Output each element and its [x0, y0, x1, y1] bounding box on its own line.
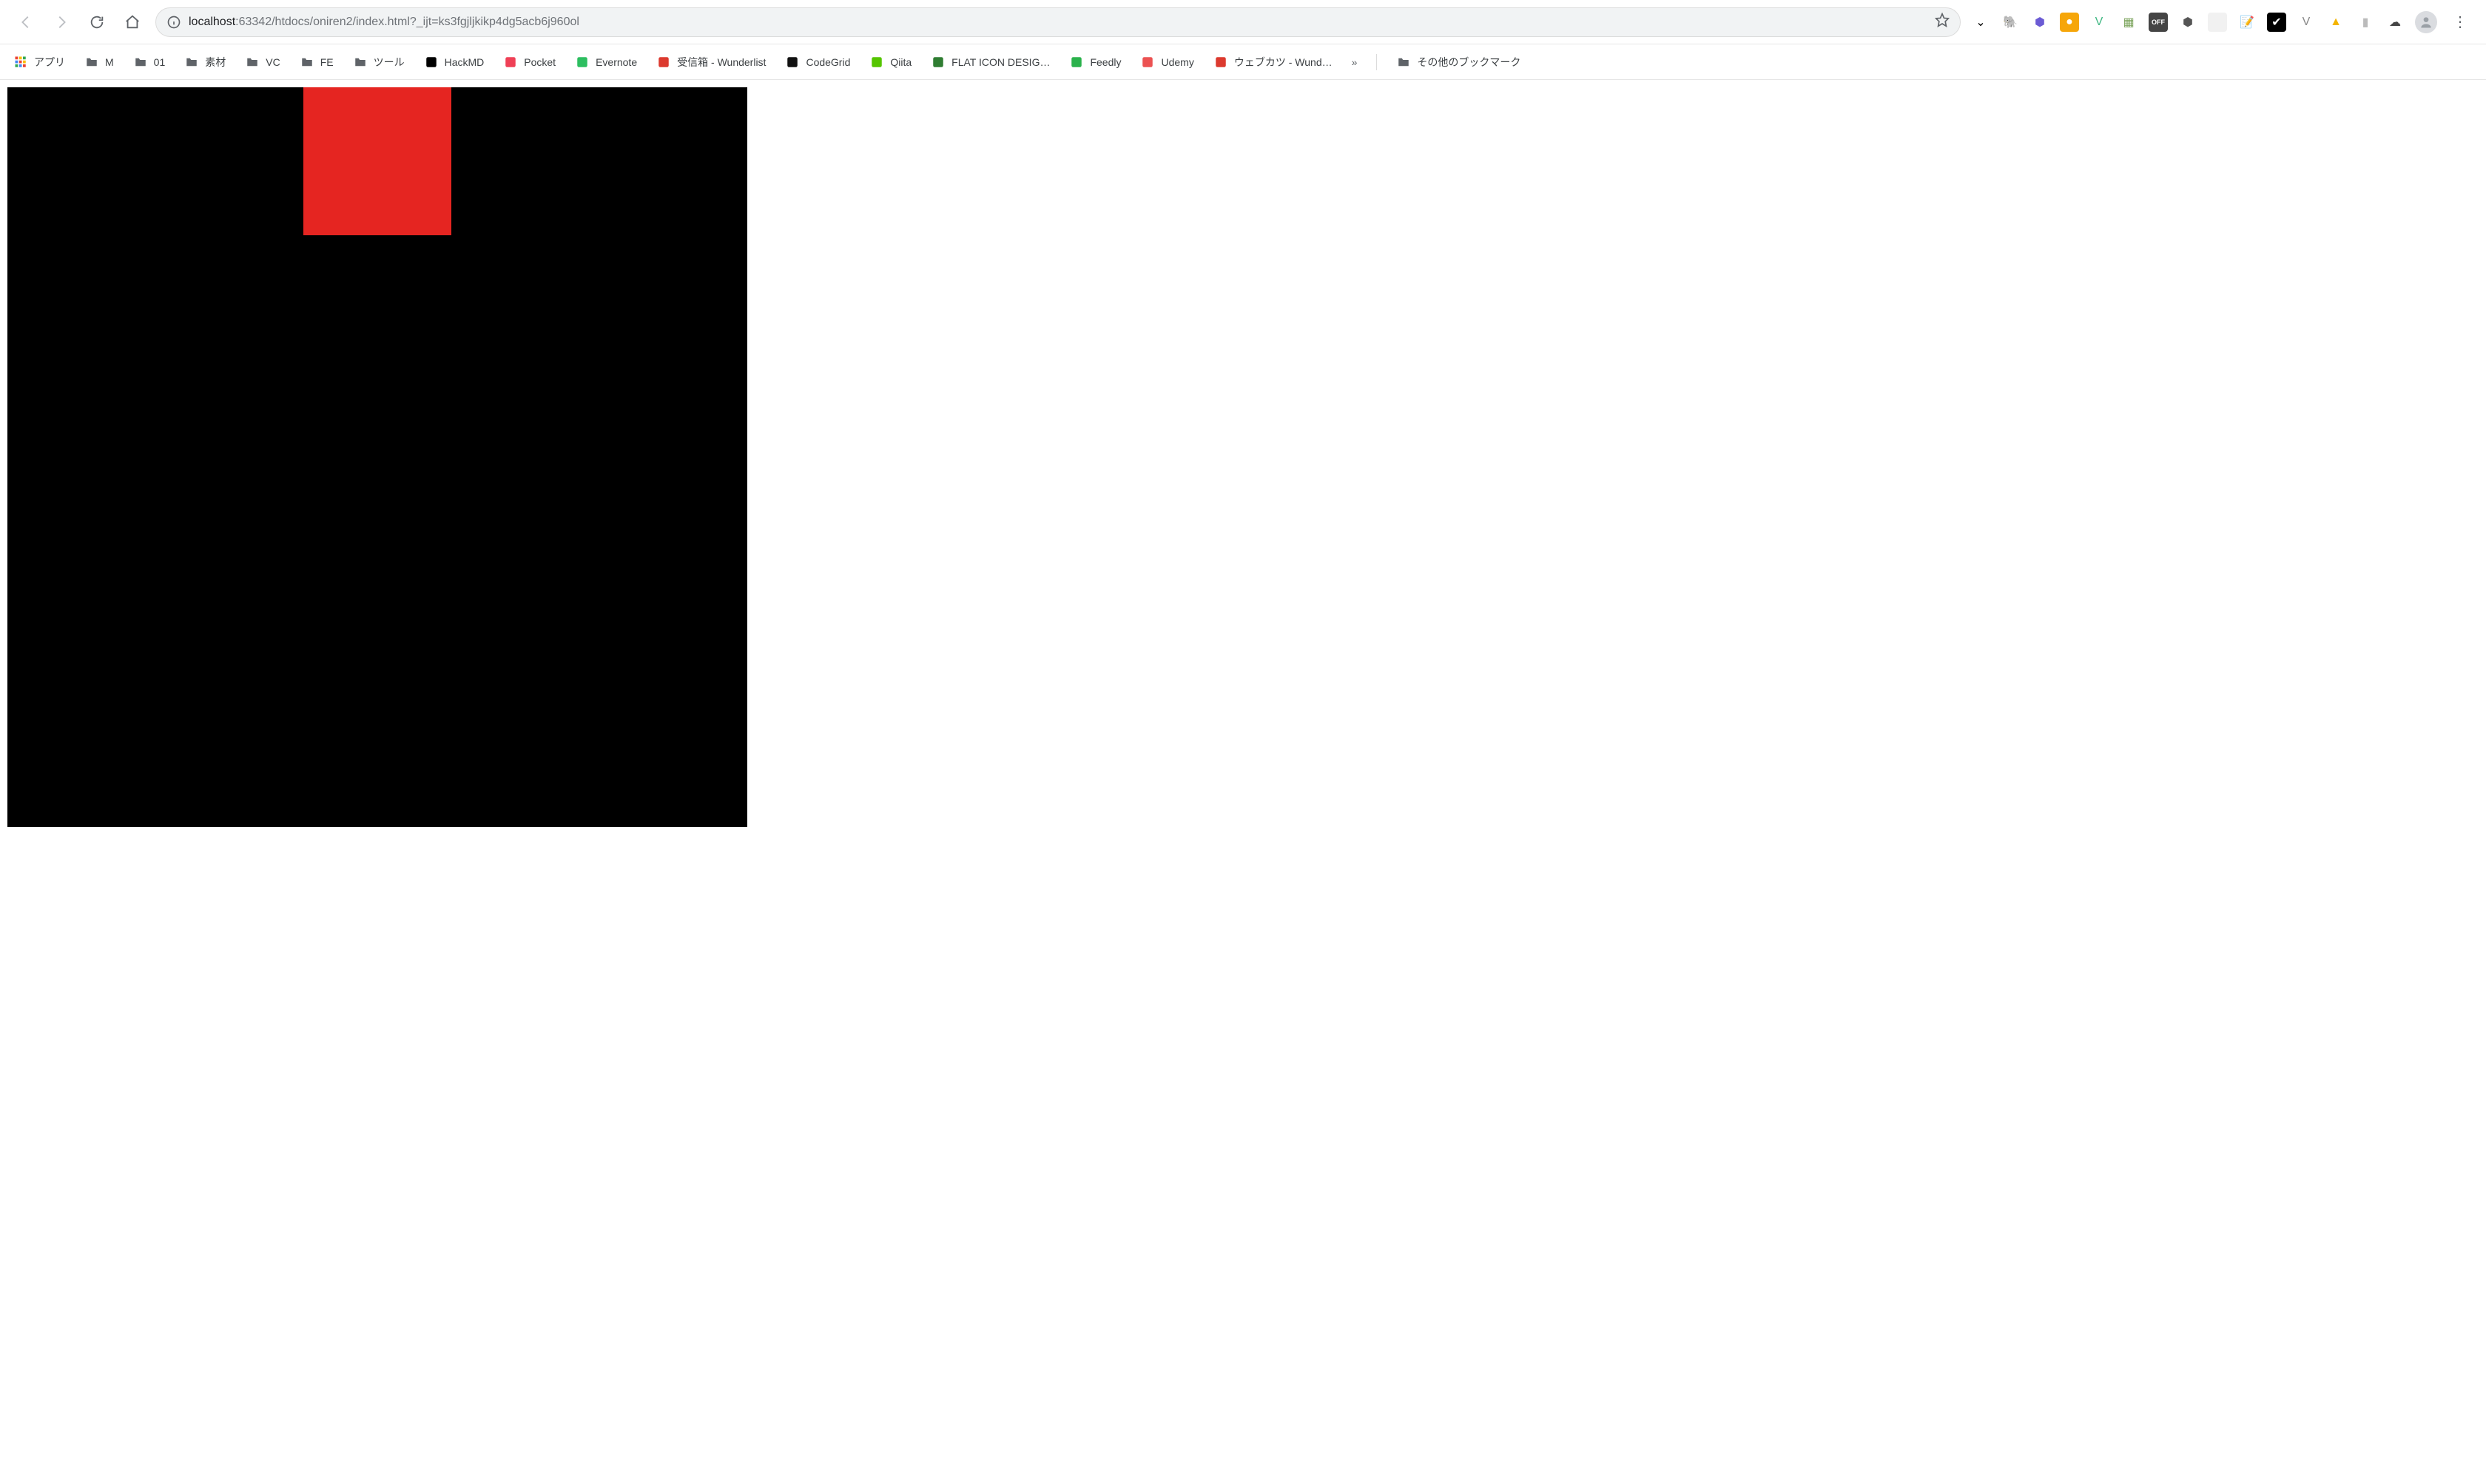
home-button[interactable]	[120, 10, 145, 35]
bookmark-label: HackMD	[445, 56, 485, 68]
url-host: localhost	[189, 16, 235, 28]
udemy-icon	[1140, 55, 1155, 70]
extension-grid-app[interactable]: ▦	[2119, 13, 2138, 32]
bookmark-item[interactable]: FLAT ICON DESIG…	[931, 55, 1050, 70]
extension-vue[interactable]: V	[2089, 13, 2109, 32]
apps-grid-icon	[13, 55, 28, 70]
extension-note[interactable]: 📝	[2237, 13, 2257, 32]
folder-icon	[84, 55, 99, 70]
profile-avatar[interactable]	[2415, 11, 2437, 33]
extension-off-badge[interactable]: OFF	[2149, 13, 2168, 32]
forward-button[interactable]	[49, 10, 74, 35]
bookmark-item[interactable]: CodeGrid	[785, 55, 850, 70]
extension-pocket[interactable]: ⌄	[1971, 13, 1990, 32]
reload-button[interactable]	[84, 10, 110, 35]
kebab-icon: ⋮	[2453, 15, 2468, 30]
hero-square	[303, 87, 451, 235]
page-viewport	[0, 80, 2486, 827]
bookmark-label: 受信箱 - Wunderlist	[677, 55, 766, 70]
bookmark-item[interactable]: VC	[245, 55, 280, 70]
extension-dark-hex[interactable]: ⬢	[2178, 13, 2197, 32]
bookmark-label: VC	[266, 56, 280, 68]
other-bookmarks[interactable]: その他のブックマーク	[1396, 55, 1520, 70]
bookmark-item[interactable]: Pocket	[503, 55, 556, 70]
back-button[interactable]	[13, 10, 38, 35]
other-bookmarks-label: その他のブックマーク	[1417, 55, 1520, 70]
extension-cloud[interactable]: ☁	[2385, 13, 2405, 32]
bookmarks-separator	[1376, 54, 1377, 70]
url-text: localhost:63342/htdocs/oniren2/index.htm…	[189, 16, 579, 29]
bookmark-label: FLAT ICON DESIG…	[951, 56, 1050, 68]
flat-icon	[931, 55, 946, 70]
pocket-icon	[503, 55, 518, 70]
apps-label: アプリ	[34, 55, 65, 70]
bookmark-label: 01	[154, 56, 166, 68]
bookmark-label: 素材	[205, 55, 226, 70]
bookmark-label: Feedly	[1090, 56, 1121, 68]
extension-check[interactable]: ✔	[2267, 13, 2286, 32]
bookmark-item[interactable]: 受信箱 - Wunderlist	[656, 55, 766, 70]
extension-blank[interactable]	[2208, 13, 2227, 32]
folder-icon	[1396, 55, 1411, 70]
folder-icon	[353, 55, 368, 70]
bookmark-star-icon[interactable]	[1935, 13, 1950, 31]
extension-gray-box[interactable]: ▮	[2356, 13, 2375, 32]
cg-icon	[785, 55, 800, 70]
bookmark-item[interactable]: 素材	[184, 55, 226, 70]
bookmark-item[interactable]: HackMD	[424, 55, 485, 70]
extension-drive[interactable]: ▲	[2326, 13, 2345, 32]
extension-hex-app[interactable]: ⬢	[2030, 13, 2049, 32]
bookmark-label: FE	[320, 56, 334, 68]
bookmark-item[interactable]: Feedly	[1069, 55, 1121, 70]
ever-icon	[575, 55, 590, 70]
extension-orange-app[interactable]: ●	[2060, 13, 2079, 32]
toolbar-extensions: ⌄ 🐘 ⬢ ● V ▦ OFF ⬢ 📝 ✔ V ▲ ▮ ☁	[1971, 13, 2405, 32]
bookmark-label: Evernote	[596, 56, 637, 68]
bookmark-item[interactable]: ウェブカツ - Wund…	[1213, 55, 1333, 70]
site-info-icon[interactable]	[166, 15, 181, 30]
bookmark-label: ツール	[374, 55, 405, 70]
browser-menu-button[interactable]: ⋮	[2448, 10, 2473, 35]
feedly-icon	[1069, 55, 1084, 70]
bookmark-label: Pocket	[524, 56, 556, 68]
bookmark-item[interactable]: FE	[300, 55, 334, 70]
bookmark-item[interactable]: Udemy	[1140, 55, 1193, 70]
bookmarks-overflow[interactable]: »	[1352, 56, 1358, 68]
folder-icon	[133, 55, 148, 70]
bookmark-label: ウェブカツ - Wund…	[1234, 55, 1333, 70]
bookmark-item[interactable]: Qiita	[869, 55, 912, 70]
game-canvas[interactable]	[7, 87, 747, 827]
folder-icon	[184, 55, 199, 70]
url-path: :63342/htdocs/oniren2/index.html?_ijt=ks…	[235, 16, 579, 28]
extension-v-gray[interactable]: V	[2297, 13, 2316, 32]
bookmark-item[interactable]: ツール	[353, 55, 405, 70]
wund-icon	[1213, 55, 1228, 70]
bookmark-label: CodeGrid	[806, 56, 850, 68]
folder-icon	[300, 55, 314, 70]
overflow-icon: »	[1352, 56, 1358, 68]
apps-shortcut[interactable]: アプリ	[13, 55, 65, 70]
bookmark-item[interactable]: M	[84, 55, 114, 70]
bookmark-label: M	[105, 56, 114, 68]
folder-icon	[245, 55, 260, 70]
qiita-icon	[869, 55, 884, 70]
extension-evernote[interactable]: 🐘	[2001, 13, 2020, 32]
bookmark-item[interactable]: 01	[133, 55, 166, 70]
bookmark-label: Udemy	[1161, 56, 1193, 68]
bookmark-label: Qiita	[890, 56, 912, 68]
bookmarks-bar: アプリ M 01 素材 VC FE ツール HackMD Pocket Evernote 受信箱 …	[0, 44, 2486, 80]
address-bar[interactable]: localhost:63342/htdocs/oniren2/index.htm…	[155, 7, 1961, 37]
browser-toolbar: localhost:63342/htdocs/oniren2/index.htm…	[0, 0, 2486, 44]
bookmark-item[interactable]: Evernote	[575, 55, 637, 70]
wund-icon	[656, 55, 671, 70]
doc-icon	[424, 55, 439, 70]
